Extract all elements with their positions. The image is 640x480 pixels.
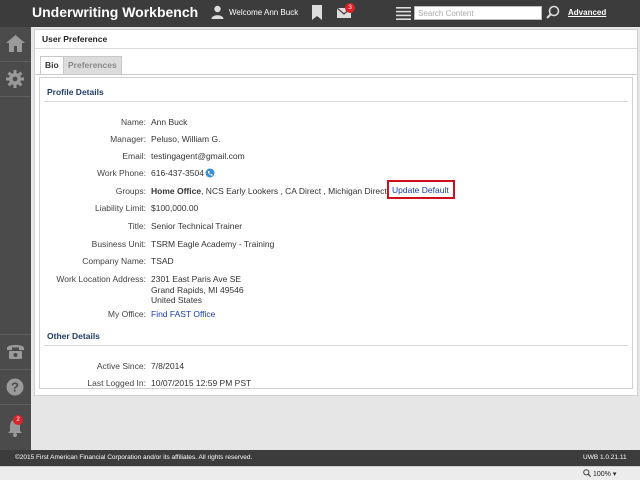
active-since-value: 7/8/2014 xyxy=(151,361,185,371)
section-divider xyxy=(44,345,628,346)
bio-content: Profile Details Name: Ann Buck Manager: … xyxy=(39,77,633,389)
title-value: Senior Technical Trainer xyxy=(151,221,243,231)
version-text: UWB 1.0.21.11 xyxy=(583,454,627,461)
sidebar-settings-button[interactable] xyxy=(0,62,31,96)
groups-value: Home Office, NCS Early Lookers , CA Dire… xyxy=(151,186,387,197)
chevron-down-icon: ▾ xyxy=(612,471,617,478)
welcome-text: Welcome Ann Buck xyxy=(229,8,299,17)
browser-status-bar: 100% ▾ xyxy=(0,466,640,480)
address-label: Work Location Address: xyxy=(56,274,146,284)
left-sidebar: ? 2 xyxy=(0,27,31,450)
business-unit-value: TSRM Eagle Academy - Training xyxy=(151,239,275,249)
other-details-heading: Other Details xyxy=(47,331,100,341)
sidebar-notifications-button[interactable]: 2 xyxy=(0,411,31,445)
work-phone-number: 616-437-3504 xyxy=(151,168,204,178)
page-title: User Preference xyxy=(42,34,108,44)
tab-preferences[interactable]: Preferences xyxy=(63,56,122,74)
tab-strip-line xyxy=(35,74,637,75)
manager-label: Manager: xyxy=(110,134,146,144)
other-groups: , NCS Early Lookers , CA Direct , Michig… xyxy=(201,186,387,196)
menu-icon[interactable] xyxy=(396,7,411,20)
profile-details-heading: Profile Details xyxy=(47,87,104,97)
title-label: Title: xyxy=(127,221,146,231)
notification-count-badge: 2 xyxy=(13,415,23,425)
manager-value: Peluso, William G. xyxy=(151,134,221,144)
app-title: Underwriting Workbench xyxy=(32,4,199,20)
groups-label: Groups: xyxy=(115,186,146,196)
sidebar-help-button[interactable]: ? xyxy=(0,370,31,404)
work-phone-value: 616-437-3504 xyxy=(151,168,215,179)
sidebar-contact-button[interactable] xyxy=(0,335,31,369)
tab-bio[interactable]: Bio xyxy=(40,56,64,75)
default-group: Home Office xyxy=(151,186,202,196)
svg-text:?: ? xyxy=(11,380,19,395)
last-login-label: Last Logged In: xyxy=(87,378,146,388)
last-login-value: 10/07/2015 12:59 PM PST xyxy=(151,378,252,388)
active-since-label: Active Since: xyxy=(96,361,146,371)
email-value: testingagent@gmail.com xyxy=(151,151,245,161)
home-icon xyxy=(6,35,25,52)
liability-label: Liability Limit: xyxy=(94,203,146,213)
name-label: Name: xyxy=(120,117,146,127)
my-office-label: My Office: xyxy=(107,309,146,319)
work-phone-label: Work Phone: xyxy=(97,168,146,178)
call-phone-icon[interactable] xyxy=(205,168,215,178)
gear-icon xyxy=(6,70,24,88)
find-fast-office-link[interactable]: Find FAST Office xyxy=(151,309,215,320)
help-icon: ? xyxy=(6,378,24,396)
copyright-text: ©2015 First American Financial Corporati… xyxy=(15,454,253,461)
sidebar-divider xyxy=(0,404,31,405)
liability-value: $100,000.00 xyxy=(151,203,199,213)
mail-count-badge: 3 xyxy=(345,3,355,13)
company-label: Company Name: xyxy=(82,256,146,266)
company-value: TSAD xyxy=(151,256,174,266)
search-icon[interactable] xyxy=(546,5,560,19)
address-line-1: 2301 East Paris Ave SE xyxy=(151,274,242,284)
address-line-2: Grand Rapids, MI 49546 xyxy=(151,284,244,295)
sidebar-home-button[interactable] xyxy=(0,27,31,61)
main-content: User Preference Bio Preferences Profile … xyxy=(31,27,640,450)
zoom-level: 100% xyxy=(592,471,611,478)
address-value: 2301 East Paris Ave SE Grand Rapids, MI … xyxy=(151,274,244,306)
advanced-search-link[interactable]: Advanced xyxy=(568,8,606,17)
update-default-link[interactable]: Update Default xyxy=(387,180,455,199)
telephone-icon xyxy=(7,345,24,359)
sidebar-divider xyxy=(0,96,31,97)
user-icon[interactable] xyxy=(211,5,224,19)
zoom-icon xyxy=(583,469,592,478)
top-header: Underwriting Workbench Welcome Ann Buck … xyxy=(0,0,640,27)
bookmark-icon[interactable] xyxy=(312,5,322,20)
business-unit-label: Business Unit: xyxy=(91,239,146,249)
user-preference-panel: User Preference Bio Preferences Profile … xyxy=(34,29,638,396)
footer: ©2015 First American Financial Corporati… xyxy=(0,450,640,466)
name-value: Ann Buck xyxy=(151,117,188,127)
zoom-control[interactable]: 100% ▾ xyxy=(583,469,616,478)
address-line-3: United States xyxy=(151,295,203,305)
email-label: Email: xyxy=(122,151,146,161)
search-input[interactable] xyxy=(414,6,542,20)
title-divider xyxy=(35,48,637,49)
section-divider xyxy=(44,101,628,102)
